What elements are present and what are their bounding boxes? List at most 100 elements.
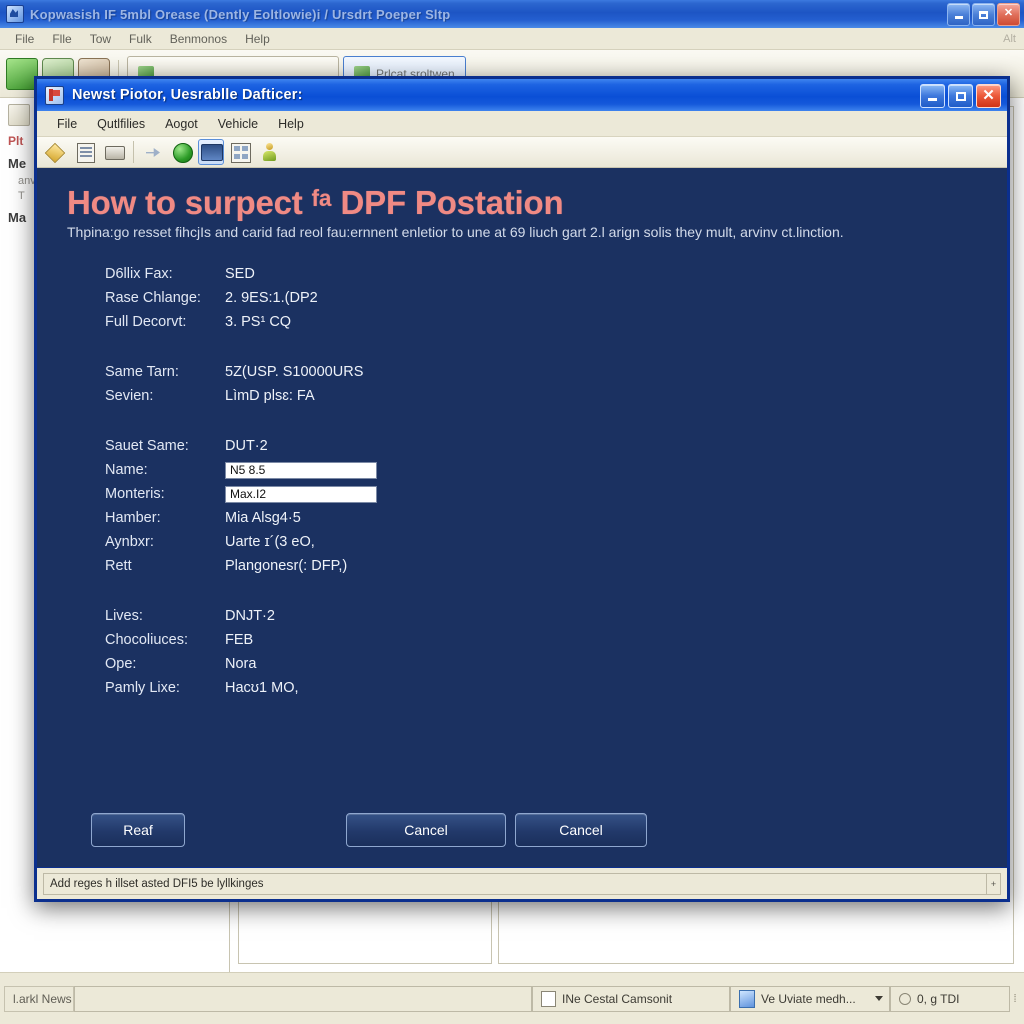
detail-value: DNJT·2 bbox=[225, 608, 275, 624]
dialog-status-text: Add reges h illset asted DFI5 be lyllkin… bbox=[43, 872, 987, 895]
detail-key: Monteris: bbox=[105, 486, 165, 502]
dialog-menu-file[interactable]: File bbox=[47, 115, 87, 133]
detail-row: Ope: Nora bbox=[105, 652, 983, 676]
dialog-menu-aogot[interactable]: Aogot bbox=[155, 115, 208, 133]
detail-row: D6llix Fax: SED bbox=[105, 262, 983, 286]
dialog-subtitle: Thpina:go resset ﬁhcjIs and carid fad re… bbox=[67, 224, 844, 240]
detail-row-name-input: Name: N5 8.5 bbox=[105, 458, 983, 482]
detail-row: Pamly Lixe: Hacʊ1 MO, bbox=[105, 676, 983, 700]
detail-value: Nora bbox=[225, 656, 257, 672]
print-icon[interactable] bbox=[101, 139, 127, 165]
minimize-button[interactable] bbox=[947, 3, 970, 26]
detail-key: Pamly Lixe: bbox=[105, 680, 180, 696]
cancel-button-2[interactable]: Cancel bbox=[515, 813, 647, 847]
background-window-title: Kopwasish IF 5mbl Orease (Dently Eoltlow… bbox=[30, 6, 451, 22]
dialog-menu-qutlfilies[interactable]: Qutlfilies bbox=[87, 115, 155, 133]
menu-item-tow[interactable]: Tow bbox=[81, 30, 120, 48]
globe-icon[interactable] bbox=[169, 139, 195, 165]
detail-row: Aynbxr: Uarte ɪ´(3 eO, bbox=[105, 530, 983, 554]
detail-row: Rett Plangonesr(: DFP,) bbox=[105, 554, 983, 578]
menu-item-fulk[interactable]: Fulk bbox=[120, 30, 161, 48]
chevron-down-icon[interactable] bbox=[875, 996, 883, 1001]
dropdown-item-icon bbox=[739, 989, 755, 1008]
dialog-menu-help[interactable]: Help bbox=[268, 115, 314, 133]
layout-icon[interactable] bbox=[227, 139, 253, 165]
report-icon[interactable] bbox=[72, 139, 98, 165]
gauge-icon bbox=[899, 992, 911, 1005]
read-button[interactable]: Reaf bbox=[91, 813, 185, 847]
dialog-maximize-button[interactable] bbox=[948, 84, 973, 108]
doc-icon[interactable] bbox=[8, 104, 30, 126]
detail-row: Chocoliuces: FEB bbox=[105, 628, 983, 652]
menu-item-benmonos[interactable]: Benmonos bbox=[161, 30, 236, 48]
detail-key: Rase Chlange: bbox=[105, 290, 201, 306]
detail-key: Same Tarn: bbox=[105, 364, 179, 380]
dialog-button-bar: Reaf Cancel Cancel bbox=[37, 813, 1007, 849]
detail-key: Name: bbox=[105, 462, 148, 478]
app-icon bbox=[6, 5, 24, 23]
menu-item-file-2[interactable]: Flle bbox=[43, 30, 80, 48]
checkbox-icon[interactable] bbox=[541, 990, 556, 1007]
detail-row: Full Decorvt: 3. PS¹ CQ bbox=[105, 310, 983, 334]
monitor-icon[interactable] bbox=[198, 139, 224, 165]
detail-row: Same Tarn: 5Z(USP. S10000URS bbox=[105, 360, 983, 384]
monteris-input[interactable]: Max.I2 bbox=[225, 485, 377, 503]
detail-value: Plangonesr(: DFP,) bbox=[225, 558, 348, 574]
detail-key: Ope: bbox=[105, 656, 137, 672]
detail-key: Chocoliuces: bbox=[105, 632, 189, 648]
detail-key: Sauet Same: bbox=[105, 438, 189, 454]
background-status-bar: l.arkl News INe Cestal Camsonit Ve Uviat… bbox=[0, 972, 1024, 1024]
detail-row: Lives: DNJT·2 bbox=[105, 604, 983, 628]
detail-row-monteris-input: Monteris: Max.I2 bbox=[105, 482, 983, 506]
dialog-close-button[interactable]: ✕ bbox=[976, 84, 1001, 108]
status-middle-cell bbox=[74, 985, 532, 1012]
detail-key: Hamber: bbox=[105, 510, 161, 526]
close-button[interactable]: ✕ bbox=[997, 3, 1020, 26]
status-checkbox-cell[interactable]: INe Cestal Camsonit bbox=[532, 985, 730, 1012]
dialog-window-controls: ✕ bbox=[920, 84, 1001, 108]
menu-item-file-1[interactable]: File bbox=[6, 30, 43, 48]
background-window-controls: ✕ bbox=[947, 3, 1020, 26]
dialog-minimize-button[interactable] bbox=[920, 84, 945, 108]
detail-value: Hacʊ1 MO, bbox=[225, 680, 299, 696]
detail-group-4: Lives: DNJT·2 Chocoliuces: FEB Ope: Nora… bbox=[105, 604, 983, 700]
detail-key: Full Decorvt: bbox=[105, 314, 187, 330]
detail-value: SED bbox=[225, 266, 255, 282]
dialog-titlebar: Newst Piotor, Uesrablle Dafticer: ✕ bbox=[37, 79, 1007, 111]
dialog-title: Newst Piotor, Uesrablle Dafticer: bbox=[72, 87, 303, 103]
maximize-button[interactable] bbox=[972, 3, 995, 26]
resize-grip-icon[interactable]: ⁞ bbox=[1010, 993, 1020, 1005]
modal-dialog: Newst Piotor, Uesrablle Dafticer: ✕ File… bbox=[34, 76, 1010, 902]
dialog-status-spinner[interactable]: + bbox=[987, 872, 1001, 895]
flag-icon bbox=[45, 85, 64, 105]
detail-key: Lives: bbox=[105, 608, 143, 624]
detail-key: Sevien: bbox=[105, 388, 154, 404]
detail-key: D6llix Fax: bbox=[105, 266, 173, 282]
cancel-button-1[interactable]: Cancel bbox=[346, 813, 506, 847]
detail-key: Aynbxr: bbox=[105, 534, 154, 550]
detail-value: 2. 9ES:1.(DP2 bbox=[225, 290, 318, 306]
person-icon[interactable] bbox=[256, 139, 282, 165]
detail-group-1: D6llix Fax: SED Rase Chlange: 2. 9ES:1.(… bbox=[105, 262, 983, 334]
dialog-menu-vehicle[interactable]: Vehicle bbox=[208, 115, 268, 133]
detail-value: 5Z(USP. S10000URS bbox=[225, 364, 364, 380]
dialog-toolbar-separator-1 bbox=[133, 141, 134, 163]
detail-value: Mia Alsg4·5 bbox=[225, 510, 301, 526]
dialog-status-bar: Add reges h illset asted DFI5 be lyllkin… bbox=[37, 867, 1007, 899]
detail-row: Rase Chlange: 2. 9ES:1.(DP2 bbox=[105, 286, 983, 310]
dialog-toolbar bbox=[37, 137, 1007, 168]
dialog-body: How to surpect ᶠᵃ DPF Postation Thpina:g… bbox=[37, 168, 1007, 867]
tag-icon[interactable] bbox=[43, 139, 69, 165]
menu-item-help[interactable]: Help bbox=[236, 30, 279, 48]
detail-row: Sauet Same: DUT·2 bbox=[105, 434, 983, 458]
status-dropdown[interactable]: Ve Uviate medh... bbox=[730, 985, 890, 1012]
detail-group-3: Sauet Same: DUT·2 Name: N5 8.5 Monteris:… bbox=[105, 434, 983, 578]
detail-key: Rett bbox=[105, 558, 132, 574]
status-right-label: 0, g TDI bbox=[917, 991, 960, 1006]
status-left-label: l.arkl News bbox=[4, 985, 74, 1012]
detail-value: Uarte ɪ´(3 eO, bbox=[225, 534, 315, 550]
menu-alt-hint: Alt bbox=[1003, 32, 1016, 45]
dialog-heading: How to surpect ᶠᵃ DPF Postation bbox=[67, 184, 564, 221]
transfer-icon[interactable] bbox=[140, 139, 166, 165]
name-input[interactable]: N5 8.5 bbox=[225, 461, 377, 479]
